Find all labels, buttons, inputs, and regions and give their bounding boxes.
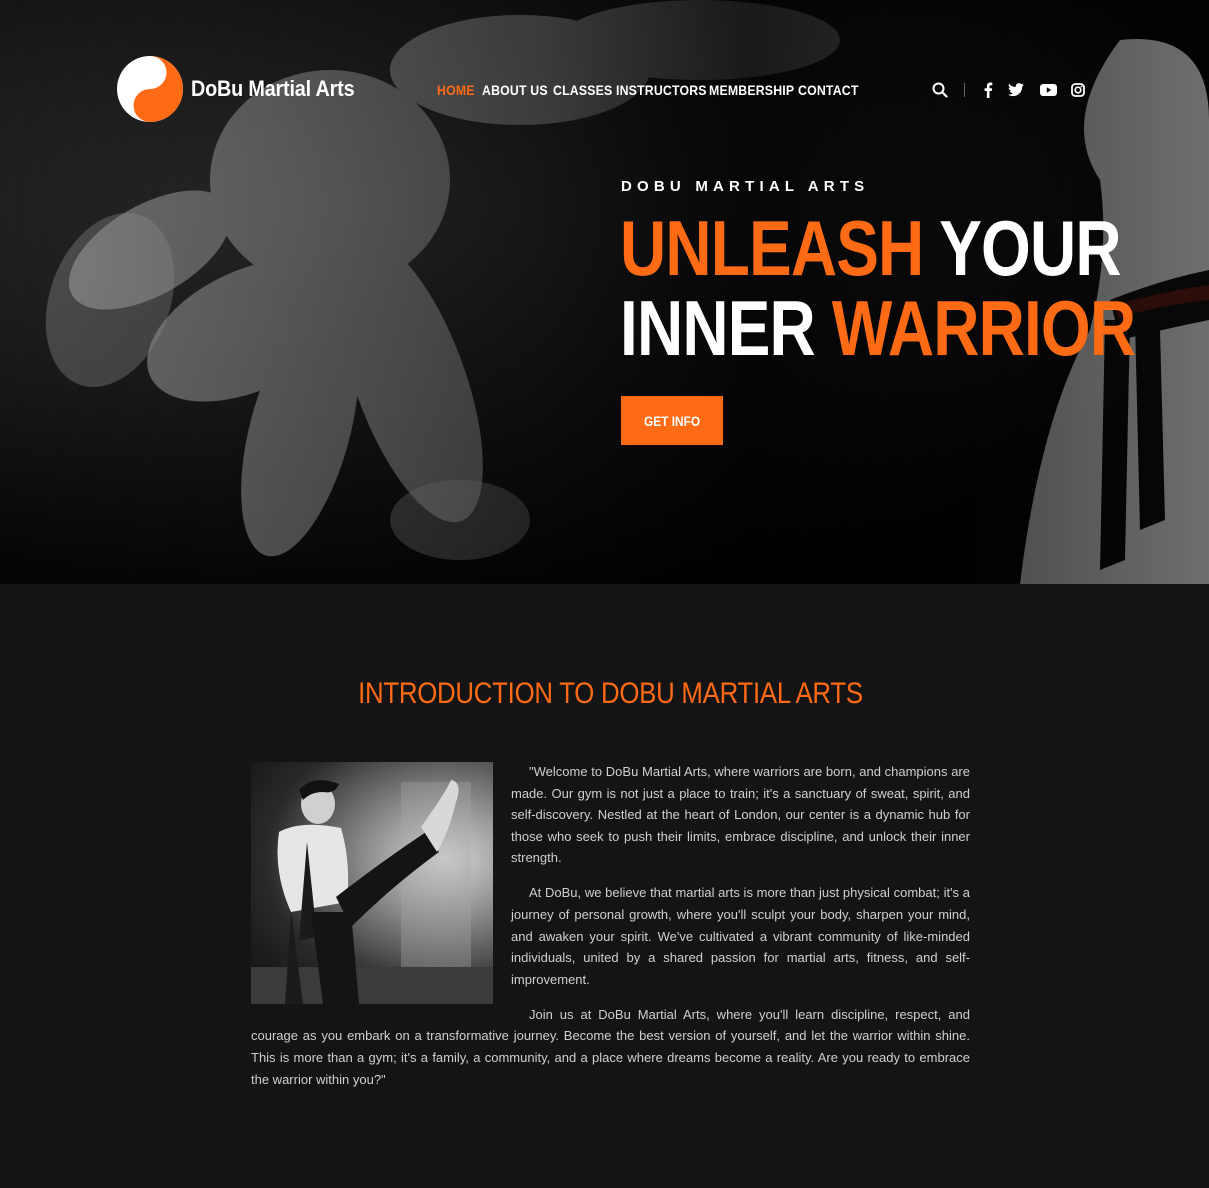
nav-contact[interactable]: CONTACT <box>798 82 858 98</box>
hero-kicker: DOBU MARTIAL ARTS <box>621 178 870 195</box>
headline-word-your: YOUR <box>939 204 1121 292</box>
hero-headline: UNLEASH YOUR INNER WARRIOR <box>620 208 1136 368</box>
brand-name: DoBu Martial Arts <box>191 76 355 101</box>
facebook-icon[interactable] <box>978 80 998 100</box>
headline-word-unleash: UNLEASH <box>620 204 924 292</box>
intro-paragraph-3: Join us at DoBu Martial Arts, where you'… <box>251 1006 970 1087</box>
photo-float-spacer <box>251 761 511 1004</box>
headline-word-warrior: WARRIOR <box>831 284 1136 372</box>
intro-title-text: INTRODUCTION TO DOBU MARTIAL ARTS <box>358 677 863 710</box>
nav-classes[interactable]: CLASSES <box>553 82 612 98</box>
nav-about-us[interactable]: ABOUT US <box>482 82 548 98</box>
search-icon[interactable] <box>930 80 950 100</box>
twitter-icon[interactable] <box>1006 80 1026 100</box>
instagram-icon[interactable] <box>1068 80 1088 100</box>
header-divider <box>964 83 965 97</box>
get-info-button[interactable]: GET INFO <box>621 396 723 445</box>
nav-instructors[interactable]: INSTRUCTORS <box>616 82 707 98</box>
yin-yang-logo-icon <box>117 56 183 122</box>
get-info-label: GET INFO <box>643 412 701 429</box>
site-logo[interactable]: DoBu Martial Arts <box>116 55 373 123</box>
intro-title: INTRODUCTION TO DOBU MARTIAL ARTS <box>0 677 1209 711</box>
header-tools <box>930 80 1088 100</box>
nav-home[interactable]: HOME <box>437 82 474 98</box>
hero-section: DoBu Martial Arts HOME ABOUT US CLASSES … <box>0 0 1209 584</box>
headline-word-inner: INNER <box>620 284 816 372</box>
nav-membership[interactable]: MEMBERSHIP <box>709 82 794 98</box>
main-nav: HOME ABOUT US CLASSES INSTRUCTORS MEMBER… <box>437 82 865 98</box>
page: DoBu Martial Arts HOME ABOUT US CLASSES … <box>0 0 1209 1188</box>
intro-body: "Welcome to DoBu Martial Arts, where war… <box>251 761 970 1103</box>
youtube-icon[interactable] <box>1038 80 1058 100</box>
